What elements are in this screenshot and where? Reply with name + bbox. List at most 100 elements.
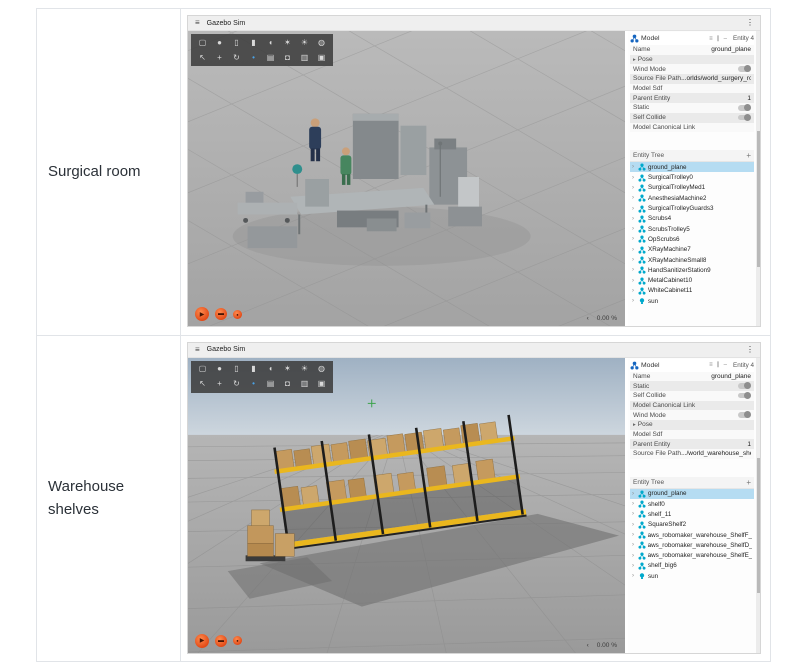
monitor-screen <box>292 164 302 174</box>
entity-tree-item[interactable]: › WhiteCabinet11 <box>630 286 754 296</box>
entity-tree-item[interactable]: › ScrubsTrolley5 <box>630 224 754 234</box>
toggle-switch[interactable] <box>738 412 751 418</box>
copy-icon[interactable]: ▥ <box>296 51 313 64</box>
toggle-switch[interactable] <box>738 393 751 399</box>
box-shape-icon[interactable]: ▢ <box>194 36 211 49</box>
model-icon <box>638 215 646 223</box>
toggle-switch[interactable] <box>738 66 751 72</box>
collapse-chevron-icon[interactable]: ‹ <box>587 315 589 322</box>
point-light-icon[interactable]: ✶ <box>279 363 296 376</box>
collapse-icon[interactable]: – <box>724 362 727 368</box>
model-icon <box>638 521 646 529</box>
kebab-menu-icon[interactable]: ⋮ <box>746 346 754 354</box>
window-body: ▢●▯▮◖✶☀◍ ↖+↻•▤◘▥▣ ▶ ▬ ● <box>188 358 760 653</box>
entity-tree-item[interactable]: › OpScrubs6 <box>630 234 754 244</box>
entity-tree-item[interactable]: › aws_robomaker_warehouse_ShelfF_013 <box>630 530 754 540</box>
cylinder-shape-icon[interactable]: ▯ <box>228 36 245 49</box>
step-button[interactable]: ▬ <box>215 308 227 320</box>
screenshot-icon[interactable]: ◘ <box>279 51 296 64</box>
spot-light-icon[interactable]: ◍ <box>313 363 330 376</box>
pin-icon[interactable]: ≡ <box>709 362 713 368</box>
box-shape-icon[interactable]: ▢ <box>194 363 211 376</box>
select-tool-icon[interactable]: ↖ <box>194 51 211 64</box>
row-label: Warehouse shelves <box>37 336 181 662</box>
model-icon <box>638 194 646 202</box>
entity-tree-item[interactable]: › SurgicalTrolley0 <box>630 172 754 182</box>
entity-tree-item[interactable]: › shelf0 <box>630 499 754 509</box>
ellipsoid-shape-icon[interactable]: ◖ <box>262 363 279 376</box>
sphere-shape-icon[interactable]: ● <box>211 363 228 376</box>
copy-icon[interactable]: ▥ <box>296 378 313 391</box>
entity-tree-item[interactable]: › XRayMachine7 <box>630 245 754 255</box>
add-entity-icon[interactable]: + <box>746 478 751 487</box>
collapse-chevron-icon[interactable]: ‹ <box>587 642 589 649</box>
viewport-3d[interactable]: ▢●▯▮◖✶☀◍ ↖+↻•▤◘▥▣ ▶ ▬ ● <box>188 31 625 326</box>
add-entity-icon[interactable]: + <box>746 151 751 160</box>
snap-tool-icon[interactable]: • <box>245 378 262 391</box>
model-icon <box>638 287 646 295</box>
entity-tree-item[interactable]: › sun <box>630 296 754 306</box>
play-button[interactable]: ▶ <box>195 634 209 648</box>
point-light-icon[interactable]: ✶ <box>279 36 296 49</box>
toggle-switch[interactable] <box>738 383 751 389</box>
entity-tree-item[interactable]: › HandSanitizerStation9 <box>630 265 754 275</box>
play-button[interactable]: ▶ <box>195 307 209 321</box>
spot-light-icon[interactable]: ◍ <box>313 36 330 49</box>
scrollbar[interactable] <box>756 31 760 326</box>
expander-icon[interactable]: ▸ <box>633 422 636 428</box>
collapse-icon[interactable]: – <box>724 36 727 42</box>
toggle-switch[interactable] <box>738 105 751 111</box>
rotate-tool-icon[interactable]: ↻ <box>228 378 245 391</box>
paste-icon[interactable]: ▣ <box>313 51 330 64</box>
entity-tree-item[interactable]: › XRayMachineSmall8 <box>630 255 754 265</box>
translate-tool-icon[interactable]: + <box>211 378 228 391</box>
expander-icon[interactable]: ▸ <box>633 57 636 63</box>
entity-tree-item[interactable]: › aws_robomaker_warehouse_ShelfD_014 <box>630 540 754 550</box>
pause-updates-icon[interactable]: ∥ <box>717 362 720 368</box>
select-tool-icon[interactable]: ↖ <box>194 378 211 391</box>
entity-tree-item[interactable]: › SurgicalTrolleyMed1 <box>630 183 754 193</box>
menu-icon[interactable]: ≡ <box>195 346 200 354</box>
paste-icon[interactable]: ▣ <box>313 378 330 391</box>
entity-tree-item[interactable]: › Scrubs4 <box>630 214 754 224</box>
view-angle-icon[interactable]: ▤ <box>262 51 279 64</box>
pin-icon[interactable]: ≡ <box>709 36 713 42</box>
entity-tree-item[interactable]: › ground_plane <box>630 162 754 172</box>
menu-icon[interactable]: ≡ <box>195 19 200 27</box>
entity-tree-item[interactable]: › AnesthesiaMachine2 <box>630 193 754 203</box>
entity-tree-item[interactable]: › SurgicalTrolleyGuards3 <box>630 203 754 213</box>
entity-tree-item[interactable]: › SquareShelf2 <box>630 520 754 530</box>
screenshot-icon[interactable]: ◘ <box>279 378 296 391</box>
directional-light-icon[interactable]: ☀ <box>296 363 313 376</box>
snap-tool-icon[interactable]: • <box>245 51 262 64</box>
property-label: Parent Entity <box>633 441 670 448</box>
entity-tree: Entity Tree + › <box>630 150 754 306</box>
entity-tree-item[interactable]: › MetalCabinet10 <box>630 275 754 285</box>
inspector-header-icons: ≡ ∥– <box>709 362 727 368</box>
viewport-3d[interactable]: ▢●▯▮◖✶☀◍ ↖+↻•▤◘▥▣ ▶ ▬ ● <box>188 358 625 653</box>
capsule-shape-icon[interactable]: ▮ <box>245 363 262 376</box>
stop-button[interactable]: ● <box>233 310 242 319</box>
pause-updates-icon[interactable]: ∥ <box>717 36 720 42</box>
entity-tree-item[interactable]: › shelf_11 <box>630 509 754 519</box>
step-button[interactable]: ▬ <box>215 635 227 647</box>
toggle-switch[interactable] <box>738 115 751 121</box>
view-angle-icon[interactable]: ▤ <box>262 378 279 391</box>
entity-tree-item[interactable]: › sun <box>630 571 754 581</box>
entity-tree-item[interactable]: › shelf_big6 <box>630 561 754 571</box>
directional-light-icon[interactable]: ☀ <box>296 36 313 49</box>
right-panel: Model ≡∥– Entity 4 <box>628 358 760 653</box>
window-title: Gazebo Sim <box>207 346 246 353</box>
entity-tree-item[interactable]: › aws_robomaker_warehouse_ShelfE_015 <box>630 550 754 560</box>
sphere-shape-icon[interactable]: ● <box>211 36 228 49</box>
capsule-shape-icon[interactable]: ▮ <box>245 36 262 49</box>
rotate-tool-icon[interactable]: ↻ <box>228 51 245 64</box>
tools-toolbar-row: ↖+↻•▤◘▥▣ <box>194 51 330 64</box>
translate-tool-icon[interactable]: + <box>211 51 228 64</box>
entity-tree-item[interactable]: › ground_plane <box>630 489 754 499</box>
scrollbar[interactable] <box>756 358 760 653</box>
stop-button[interactable]: ● <box>233 636 242 645</box>
ellipsoid-shape-icon[interactable]: ◖ <box>262 36 279 49</box>
kebab-menu-icon[interactable]: ⋮ <box>746 19 754 27</box>
cylinder-shape-icon[interactable]: ▯ <box>228 363 245 376</box>
